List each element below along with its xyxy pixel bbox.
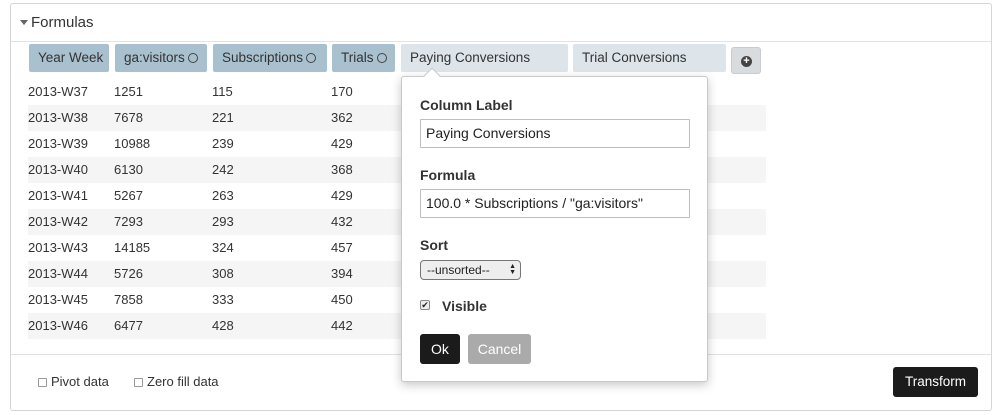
column-header-label: Subscriptions [222, 50, 304, 65]
caret-down-icon[interactable] [20, 20, 28, 25]
formula-input[interactable]: 100.0 * Subscriptions / "ga:visitors" [420, 189, 690, 218]
cell-subscriptions: 333 [212, 292, 234, 307]
circle-icon[interactable] [187, 53, 198, 63]
cell-trials: 432 [331, 214, 353, 229]
column-header-label: ga:visitors [124, 50, 185, 65]
circle-icon[interactable] [376, 53, 387, 63]
cell-ga-visitors: 6130 [114, 162, 143, 177]
cell-subscriptions: 115 [212, 84, 233, 99]
sort-select-value: --unsorted-- [427, 263, 490, 277]
column-header-paying-conversions[interactable]: Paying Conversions [401, 44, 568, 72]
cell-trials: 368 [331, 162, 353, 177]
cell-ga-visitors: 5267 [114, 188, 143, 203]
cell-ga-visitors: 7678 [114, 110, 143, 125]
cell-trials: 457 [331, 240, 353, 255]
panel-header[interactable]: Formulas [11, 4, 991, 42]
cell-subscriptions: 242 [212, 162, 234, 177]
column-label-input[interactable]: Paying Conversions [420, 119, 690, 148]
visible-label: Visible [442, 298, 487, 314]
transform-button[interactable]: Transform [893, 367, 978, 397]
cell-ga-visitors: 1251 [114, 84, 143, 99]
cell-year-week: 2013-W39 [28, 136, 88, 151]
cell-ga-visitors: 7858 [114, 292, 143, 307]
column-header-year-week[interactable]: Year Week [29, 44, 109, 72]
cell-trials: 429 [331, 136, 353, 151]
cell-ga-visitors: 6477 [114, 318, 143, 333]
column-header-label: Trial Conversions [582, 50, 687, 65]
zero-fill-label: Zero fill data [147, 374, 219, 389]
cell-year-week: 2013-W46 [28, 318, 88, 333]
cell-year-week: 2013-W38 [28, 110, 88, 125]
column-header-ga-visitors[interactable]: ga:visitors [115, 44, 207, 72]
cell-subscriptions: 293 [212, 214, 234, 229]
cell-year-week: 2013-W42 [28, 214, 88, 229]
panel-title: Formulas [31, 14, 94, 31]
cell-subscriptions: 263 [212, 188, 234, 203]
cell-trials: 394 [331, 266, 353, 281]
circle-icon[interactable] [306, 53, 317, 63]
column-header-subscriptions[interactable]: Subscriptions [213, 44, 327, 72]
plus-circle-icon: + [741, 56, 752, 67]
cell-ga-visitors: 7293 [114, 214, 143, 229]
column-header-label: Year Week [38, 50, 104, 65]
column-header-label: Trials [341, 50, 374, 65]
cell-year-week: 2013-W43 [28, 240, 88, 255]
cell-trials: 170 [331, 84, 353, 99]
column-header-trials[interactable]: Trials [332, 44, 395, 72]
cell-year-week: 2013-W44 [28, 266, 88, 281]
cell-subscriptions: 221 [212, 110, 234, 125]
cell-subscriptions: 428 [212, 318, 234, 333]
cell-trials: 450 [331, 292, 353, 307]
cell-ga-visitors: 10988 [114, 136, 151, 151]
column-label-heading: Column Label [420, 97, 513, 113]
cell-trials: 429 [331, 188, 353, 203]
cell-year-week: 2013-W45 [28, 292, 88, 307]
cancel-button[interactable]: Cancel [468, 334, 531, 364]
sort-heading: Sort [420, 237, 448, 253]
cell-year-week: 2013-W37 [28, 84, 88, 99]
column-editor-popover: Column Label Paying Conversions Formula … [401, 67, 708, 382]
sort-select[interactable]: --unsorted-- ▲ ▼ [420, 260, 521, 280]
cell-ga-visitors: 5726 [114, 266, 143, 281]
zero-fill-checkbox[interactable] [134, 378, 143, 387]
select-arrows-icon: ▲ ▼ [509, 263, 516, 276]
cell-subscriptions: 324 [212, 240, 234, 255]
cell-year-week: 2013-W41 [28, 188, 88, 203]
pivot-data-label: Pivot data [51, 374, 109, 389]
add-column-button[interactable]: + [731, 47, 761, 74]
column-header-trial-conversions[interactable]: Trial Conversions [573, 44, 726, 72]
ok-button[interactable]: Ok [420, 334, 460, 364]
cell-trials: 362 [331, 110, 353, 125]
cell-subscriptions: 308 [212, 266, 234, 281]
formula-heading: Formula [420, 167, 476, 183]
cell-trials: 442 [331, 318, 353, 333]
cell-subscriptions: 239 [212, 136, 234, 151]
visible-checkbox[interactable]: ✔ [420, 300, 430, 310]
column-header-label: Paying Conversions [410, 50, 531, 65]
cell-ga-visitors: 14185 [114, 240, 151, 255]
cell-year-week: 2013-W40 [28, 162, 88, 177]
pivot-data-checkbox[interactable] [38, 378, 47, 387]
